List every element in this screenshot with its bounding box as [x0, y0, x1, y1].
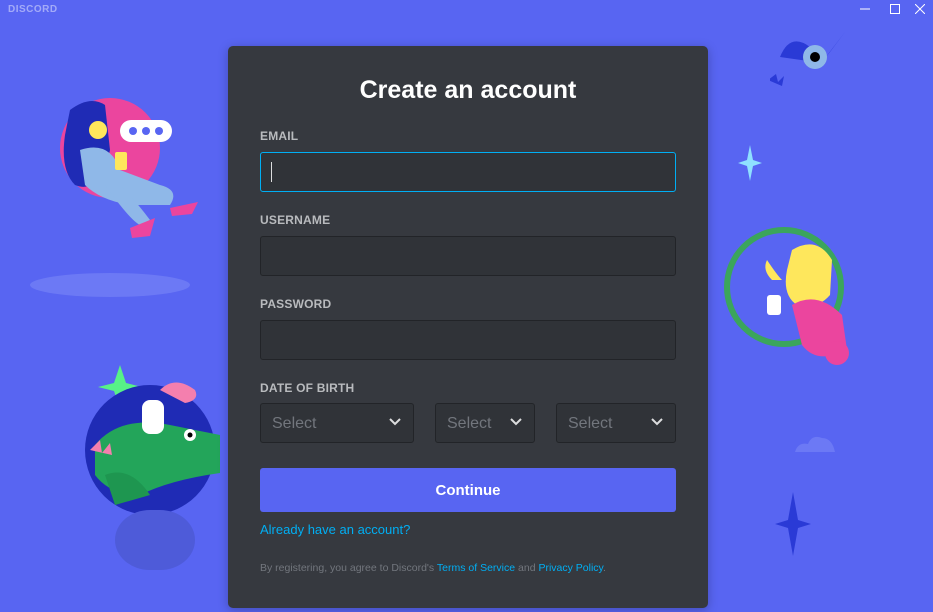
login-link[interactable]: Already have an account?: [260, 522, 410, 537]
dob-label: DATE OF BIRTH: [260, 381, 355, 395]
green-creature-illustration: [85, 365, 220, 570]
close-icon: [915, 4, 925, 14]
app-name: DISCORD: [8, 4, 58, 15]
password-field[interactable]: [260, 320, 676, 360]
password-label: PASSWORD: [260, 297, 332, 311]
yellow-character-illustration: [724, 227, 849, 365]
maximize-icon: [890, 4, 900, 14]
text-cursor: [271, 162, 272, 182]
bat-creature-illustration: [770, 32, 845, 86]
maximize-button[interactable]: [882, 0, 908, 18]
sparkle-icon: [775, 492, 811, 556]
minimize-icon: [860, 8, 870, 10]
minimize-button[interactable]: [852, 0, 878, 18]
dob-month-select[interactable]: Select: [260, 403, 414, 443]
cloud-icon: [795, 436, 835, 452]
privacy-policy-link[interactable]: Privacy Policy: [538, 562, 603, 574]
legal-and: and: [515, 562, 539, 574]
title-bar: DISCORD: [0, 0, 933, 18]
chevron-down-icon: [510, 418, 522, 426]
email-label: EMAIL: [260, 129, 299, 143]
legal-prefix: By registering, you agree to Discord's: [260, 562, 437, 574]
username-field[interactable]: [260, 236, 676, 276]
continue-button[interactable]: Continue: [260, 468, 676, 512]
dob-year-select[interactable]: Select: [556, 403, 676, 443]
dob-day-select[interactable]: Select: [435, 403, 535, 443]
username-label: USERNAME: [260, 213, 331, 227]
register-card: Create an account EMAIL USERNAME PASSWOR…: [228, 46, 708, 608]
dob-day-value: Select: [447, 415, 492, 432]
chevron-down-icon: [389, 418, 401, 426]
chevron-down-icon: [651, 418, 663, 426]
sparkle-icon: [738, 145, 762, 181]
girl-on-phone-illustration: [30, 98, 198, 297]
close-button[interactable]: [907, 0, 933, 18]
page-title: Create an account: [359, 76, 577, 104]
email-field[interactable]: [260, 152, 676, 192]
legal-suffix: .: [603, 562, 606, 574]
dob-year-value: Select: [568, 415, 613, 432]
legal-notice: By registering, you agree to Discord's T…: [260, 562, 606, 574]
terms-of-service-link[interactable]: Terms of Service: [437, 562, 515, 574]
dob-month-value: Select: [272, 415, 317, 432]
